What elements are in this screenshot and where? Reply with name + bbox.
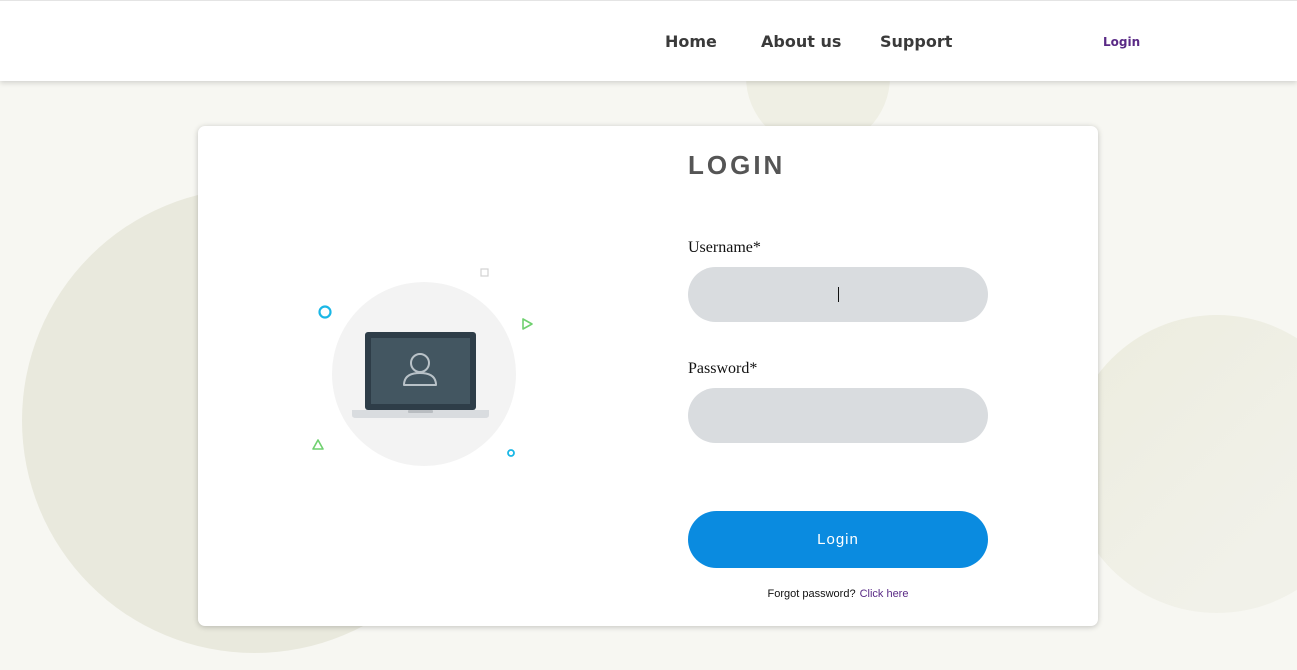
forgot-password-text: Forgot password?: [767, 588, 856, 600]
nav-about-link[interactable]: About us: [761, 32, 841, 51]
login-button[interactable]: Login: [688, 511, 988, 568]
username-label: Username*: [688, 239, 761, 256]
nav-home-link[interactable]: Home: [665, 32, 717, 51]
top-navbar: Home About us Support Login: [0, 0, 1297, 81]
nav-login-link[interactable]: Login: [1103, 35, 1140, 49]
page: Home About us Support Login LOGIN Userna…: [0, 0, 1297, 670]
text-caret: [838, 287, 839, 302]
nav-support-link[interactable]: Support: [880, 32, 952, 51]
username-field[interactable]: [688, 267, 988, 322]
password-label: Password*: [688, 360, 758, 377]
forgot-password-link[interactable]: Click here: [860, 588, 909, 600]
password-field[interactable]: [688, 388, 988, 443]
login-title: LOGIN: [688, 150, 786, 180]
login-form: LOGIN Username* Password* Login Forgot p…: [0, 0, 1297, 670]
forgot-password-row: Forgot password? Click here: [688, 588, 988, 600]
